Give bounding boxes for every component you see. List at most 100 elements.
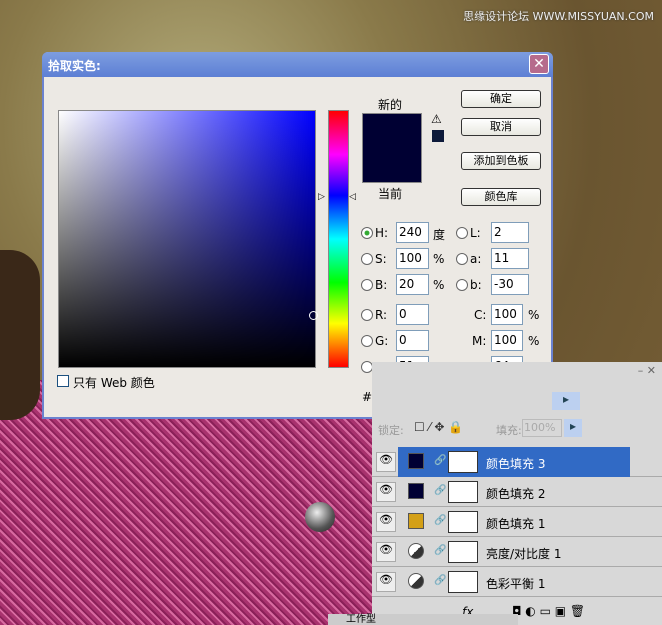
l-label: L:: [470, 226, 481, 240]
radio-a[interactable]: [456, 253, 468, 265]
s-label: S:: [375, 252, 387, 266]
layer-row[interactable]: 👁 🔗 色彩平衡 1: [372, 567, 662, 597]
lab-b-label: b:: [470, 278, 482, 292]
layer-name: 颜色填充 1: [486, 517, 546, 531]
add-to-swatches-button[interactable]: 添加到色板: [461, 152, 541, 170]
radio-lab-b[interactable]: [456, 279, 468, 291]
lock-icons[interactable]: ☐ ⁄ ✥ 🔒: [414, 420, 463, 434]
c-input[interactable]: 100: [491, 304, 523, 325]
radio-l[interactable]: [456, 227, 468, 239]
hue-slider-right-arrow[interactable]: ◁: [349, 192, 356, 202]
visibility-eye-icon[interactable]: 👁: [376, 452, 396, 472]
fill-color-thumbnail[interactable]: [408, 513, 424, 529]
web-only-checkbox[interactable]: [57, 375, 69, 387]
fill-color-thumbnail[interactable]: [408, 483, 424, 499]
web-only-label: 只有 Web 颜色: [73, 376, 155, 390]
s-input[interactable]: 100: [396, 248, 429, 269]
radio-h[interactable]: [361, 227, 373, 239]
fill-arrow-icon[interactable]: ▸: [564, 419, 582, 437]
radio-s[interactable]: [361, 253, 373, 265]
color-libraries-button[interactable]: 颜色库: [461, 188, 541, 206]
layer-name: 颜色填充 3: [486, 457, 546, 471]
a-label: a:: [470, 252, 482, 266]
layer-footer-icons[interactable]: ◘ ◐ ▭ ▣ 🗑: [512, 604, 585, 618]
radio-g[interactable]: [361, 335, 373, 347]
s-unit: %: [433, 252, 445, 266]
fill-input[interactable]: 100%: [522, 419, 562, 437]
color-field[interactable]: [58, 110, 318, 368]
layer-row[interactable]: 👁 🔗 颜色填充 2: [372, 477, 662, 507]
l-input[interactable]: 2: [491, 222, 529, 243]
h-unit: 度: [433, 228, 446, 242]
new-label: 新的: [378, 98, 403, 112]
layer-body[interactable]: 🔗 亮度/对比度 1: [398, 537, 630, 567]
visibility-eye-icon[interactable]: 👁: [376, 572, 396, 592]
m-unit: %: [528, 334, 540, 348]
ok-button[interactable]: 确定: [461, 90, 541, 108]
g-label: G:: [375, 334, 389, 348]
background-hair: [0, 250, 40, 420]
c-label: C:: [474, 308, 487, 322]
link-icon[interactable]: 🔗: [434, 515, 446, 526]
gamut-warning-icon[interactable]: ⚠: [431, 112, 442, 126]
mask-thumbnail[interactable]: [448, 541, 478, 563]
mask-thumbnail[interactable]: [448, 571, 478, 593]
mask-thumbnail[interactable]: [448, 481, 478, 503]
layer-row[interactable]: 👁 🔗 颜色填充 1: [372, 507, 662, 537]
radio-b[interactable]: [361, 279, 373, 291]
opacity-arrow-icon[interactable]: ▸: [552, 392, 580, 410]
layers-panel: – ✕ ▸ 锁定: ☐ ⁄ ✥ 🔒 填充: 100% ▸ 👁 🔗 颜色填充 3 👁…: [372, 362, 662, 625]
layer-name: 色彩平衡 1: [486, 577, 546, 591]
fill-color-thumbnail[interactable]: [408, 453, 424, 469]
layer-body[interactable]: 🔗 颜色填充 1: [398, 507, 630, 537]
background-button: [305, 502, 335, 532]
m-label: M:: [472, 334, 487, 348]
r-label: R:: [375, 308, 388, 322]
m-input[interactable]: 100: [491, 330, 523, 351]
r-input[interactable]: 0: [396, 304, 429, 325]
panel-close-icon[interactable]: – ✕: [638, 364, 656, 377]
gamut-swatch[interactable]: [432, 130, 444, 142]
hex-label: #: [362, 390, 373, 404]
lock-label: 锁定:: [378, 424, 404, 437]
layer-name: 亮度/对比度 1: [486, 547, 562, 561]
close-button[interactable]: ✕: [529, 54, 549, 74]
link-icon[interactable]: 🔗: [434, 455, 446, 466]
b-input[interactable]: 20: [396, 274, 429, 295]
cancel-button[interactable]: 取消: [461, 118, 541, 136]
link-icon[interactable]: 🔗: [434, 545, 446, 556]
h-label: H:: [375, 226, 389, 240]
link-icon[interactable]: 🔗: [434, 485, 446, 496]
hue-slider-left-arrow[interactable]: ▷: [318, 192, 325, 202]
layer-body[interactable]: 🔗 颜色填充 2: [398, 477, 630, 507]
a-input[interactable]: 11: [491, 248, 529, 269]
adjustment-icon: [408, 573, 424, 589]
current-label: 当前: [378, 187, 403, 201]
mask-thumbnail[interactable]: [448, 451, 478, 473]
h-input[interactable]: 240: [396, 222, 429, 243]
link-icon[interactable]: 🔗: [434, 575, 446, 586]
layer-row[interactable]: 👁 🔗 颜色填充 3: [372, 447, 662, 477]
taskbar-item[interactable]: 工作型: [328, 614, 518, 625]
visibility-eye-icon[interactable]: 👁: [376, 482, 396, 502]
mask-thumbnail[interactable]: [448, 511, 478, 533]
title-bar: 拾取实色: ✕: [42, 52, 553, 77]
g-input[interactable]: 0: [396, 330, 429, 351]
visibility-eye-icon[interactable]: 👁: [376, 542, 396, 562]
b-label: B:: [375, 278, 388, 292]
b-unit: %: [433, 278, 445, 292]
watermark: 思缘设计论坛 WWW.MISSYUAN.COM: [463, 10, 654, 23]
hue-slider[interactable]: [328, 110, 349, 368]
layer-row[interactable]: 👁 🔗 亮度/对比度 1: [372, 537, 662, 567]
color-cursor[interactable]: [309, 311, 318, 320]
adjustment-icon: [408, 543, 424, 559]
new-color-swatch: [362, 113, 422, 183]
layer-body[interactable]: 🔗 颜色填充 3: [398, 447, 630, 477]
fill-label: 填充:: [496, 424, 522, 437]
visibility-eye-icon[interactable]: 👁: [376, 512, 396, 532]
lab-b-input[interactable]: -30: [491, 274, 529, 295]
radio-r[interactable]: [361, 309, 373, 321]
layer-body[interactable]: 🔗 色彩平衡 1: [398, 567, 630, 597]
layer-name: 颜色填充 2: [486, 487, 546, 501]
dialog-title: 拾取实色:: [48, 59, 101, 73]
